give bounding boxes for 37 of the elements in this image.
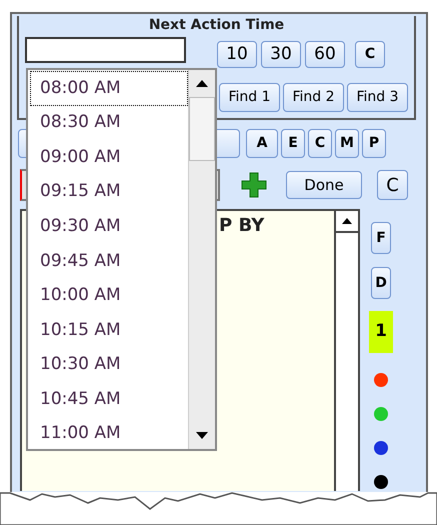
time-field[interactable] [25, 37, 186, 63]
quick-button[interactable]: 60 [305, 41, 345, 68]
column-header: P BY [219, 215, 264, 236]
time-option[interactable]: 09:45 AM [30, 244, 188, 279]
filter-button[interactable]: C [308, 129, 332, 158]
time-option[interactable]: 10:00 AM [30, 278, 188, 314]
quick-button[interactable]: 30 [261, 41, 301, 68]
filter-button[interactable]: P [362, 129, 386, 158]
find-button[interactable]: Find 1 [219, 83, 280, 112]
quick-button[interactable]: 10 [217, 41, 257, 68]
find-button[interactable]: Find 2 [283, 83, 344, 112]
plus-icon[interactable] [240, 171, 268, 199]
up-arrow-icon[interactable] [342, 218, 352, 224]
find-button[interactable]: Find 3 [347, 83, 408, 112]
filter-button[interactable]: A [246, 129, 278, 158]
down-arrow-icon[interactable] [196, 432, 208, 439]
filter-button[interactable]: E [281, 129, 305, 158]
quick-button[interactable]: C [355, 41, 385, 68]
time-option[interactable]: 10:15 AM [30, 313, 188, 348]
count-badge: 1 [369, 311, 393, 353]
side-button[interactable]: F [371, 222, 391, 254]
time-option[interactable]: 10:45 AM [30, 382, 188, 417]
side-button[interactable]: D [371, 267, 391, 299]
time-option[interactable]: 09:15 AM [30, 174, 188, 210]
scrollbar[interactable] [334, 211, 358, 491]
time-option[interactable]: 11:00 AM [30, 416, 188, 452]
done-button[interactable]: Done [286, 171, 362, 199]
time-option[interactable]: 09:30 AM [30, 209, 188, 244]
time-option[interactable]: 10:30 AM [30, 348, 188, 382]
group-title: Next Action Time [148, 16, 284, 34]
dropdown-scrollbar[interactable] [188, 70, 215, 449]
up-arrow-icon[interactable] [196, 80, 208, 87]
scroll-thumb[interactable] [189, 97, 215, 161]
time-option[interactable]: 08:30 AM [30, 106, 188, 140]
clear-button[interactable]: C [377, 170, 408, 200]
time-option[interactable]: 09:00 AM [30, 140, 188, 175]
filter-button[interactable]: M [335, 129, 359, 158]
